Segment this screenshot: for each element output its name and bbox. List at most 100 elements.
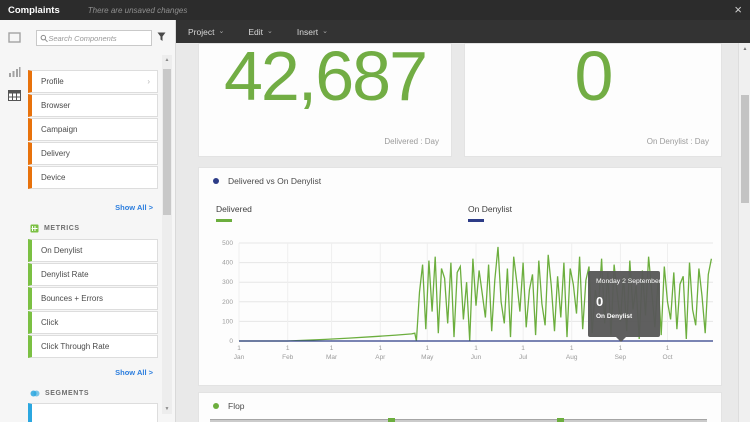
menu-insert-label: Insert — [296, 26, 319, 37]
svg-text:Jul: Jul — [519, 354, 528, 361]
svg-text:100: 100 — [222, 318, 233, 325]
panel-title: Delivered vs On Denylist — [228, 176, 322, 186]
metric-label: Click — [41, 318, 59, 327]
menu-insert[interactable]: Insert ⌄ — [297, 27, 328, 37]
panel-title: Flop — [228, 401, 245, 411]
menu-edit[interactable]: Edit ⌄ — [248, 27, 273, 37]
metric-item-on-denylist[interactable]: On Denylist — [28, 239, 158, 262]
svg-text:May: May — [421, 354, 434, 361]
delivered-vs-denylist-panel: Delivered vs On Denylist Delivered On De… — [198, 167, 722, 386]
segments-label: SEGMENTS — [45, 390, 90, 397]
menu-edit-label: Edit — [248, 26, 263, 37]
components-icon[interactable] — [8, 90, 21, 101]
close-icon[interactable]: × — [734, 2, 742, 18]
tooltip-date: Monday 2 September — [596, 278, 661, 285]
legend-label: On Denylist — [468, 204, 512, 214]
project-title: Complaints — [8, 4, 60, 16]
svg-text:1: 1 — [425, 345, 429, 352]
search-components-input[interactable] — [48, 33, 148, 43]
svg-text:200: 200 — [222, 299, 233, 306]
scroll-up-icon[interactable]: ▲ — [739, 46, 750, 52]
dimension-label: Delivery — [41, 149, 70, 158]
top-bar: Complaints There are unsaved changes × — [0, 0, 750, 20]
dimension-label: Device — [41, 173, 66, 182]
summary-card-delivered[interactable]: 42,687 Delivered : Day — [198, 37, 452, 157]
filter-funnel-icon[interactable] — [157, 32, 166, 42]
panel-header: Delivered vs On Denylist — [213, 176, 321, 186]
workspace-screen: Complaints There are unsaved changes × P… — [0, 0, 750, 422]
delivered-card-caption: Delivered : Day — [384, 137, 439, 146]
panel-bullet-icon — [213, 178, 219, 184]
tooltip-series: On Denylist — [596, 313, 633, 320]
search-components-box — [36, 30, 152, 46]
panel-header: Flop — [213, 401, 245, 411]
svg-text:400: 400 — [222, 260, 233, 267]
legend-label: Delivered — [216, 204, 252, 214]
svg-text:Jan: Jan — [234, 354, 245, 361]
svg-text:Sep: Sep — [615, 354, 627, 361]
menu-project[interactable]: Project ⌄ — [188, 27, 224, 37]
main-scrollbar-thumb[interactable] — [741, 95, 749, 203]
chevron-down-icon: ⌄ — [267, 27, 273, 35]
tooltip-pointer — [616, 337, 626, 342]
search-icon — [40, 34, 48, 42]
svg-text:Mar: Mar — [326, 354, 338, 361]
flop-green-marker — [557, 418, 564, 422]
segment-item[interactable] — [28, 403, 158, 422]
svg-text:1: 1 — [570, 345, 574, 352]
svg-text:Jun: Jun — [471, 354, 482, 361]
svg-text:1: 1 — [237, 345, 241, 352]
metrics-section-header: METRICS — [30, 224, 80, 233]
dimension-item-device[interactable]: Device — [28, 166, 158, 189]
metrics-show-all-link[interactable]: Show All > — [115, 368, 153, 377]
dimension-item-browser[interactable]: Browser — [28, 94, 158, 117]
metric-item-denylist-rate[interactable]: Denylist Rate — [28, 263, 158, 286]
dimension-label: Profile — [41, 77, 64, 86]
on-denylist-card-caption: On Denylist : Day — [646, 137, 709, 146]
legend-item-delivered[interactable]: Delivered — [216, 204, 252, 222]
svg-text:1: 1 — [286, 345, 290, 352]
metric-item-click-through-rate[interactable]: Click Through Rate — [28, 335, 158, 358]
dimensions-list: Profile › Browser Campaign Delivery Devi… — [28, 70, 158, 190]
svg-text:1: 1 — [521, 345, 525, 352]
dimension-label: Campaign — [41, 125, 78, 134]
visualizations-icon[interactable] — [8, 66, 21, 77]
scroll-up-icon[interactable]: ▲ — [162, 57, 172, 63]
metrics-list: On Denylist Denylist Rate Bounces + Erro… — [28, 239, 158, 359]
svg-text:1: 1 — [666, 345, 670, 352]
metric-label: Bounces + Errors — [41, 294, 104, 303]
segments-section-header: SEGMENTS — [30, 389, 89, 398]
svg-text:500: 500 — [222, 240, 233, 247]
main-scrollbar[interactable]: ▲ — [738, 43, 750, 422]
dimension-item-delivery[interactable]: Delivery — [28, 142, 158, 165]
svg-text:Feb: Feb — [282, 354, 294, 361]
svg-text:Oct: Oct — [662, 354, 672, 361]
scroll-down-icon[interactable]: ▼ — [162, 406, 172, 412]
summary-card-on-denylist[interactable]: 0 On Denylist : Day — [464, 37, 722, 157]
metric-item-click[interactable]: Click — [28, 311, 158, 334]
dimension-item-campaign[interactable]: Campaign — [28, 118, 158, 141]
metrics-icon — [30, 224, 39, 233]
legend-item-on-denylist[interactable]: On Denylist — [468, 204, 512, 222]
legend-swatch-on-denylist — [468, 219, 484, 222]
dimension-label: Browser — [41, 101, 71, 110]
sidebar-scrollbar[interactable]: ▲ ▼ — [162, 55, 172, 414]
svg-text:Aug: Aug — [566, 354, 578, 361]
metric-label: Denylist Rate — [41, 270, 89, 279]
svg-text:Apr: Apr — [375, 354, 386, 361]
dimensions-show-all-link[interactable]: Show All > — [115, 203, 153, 212]
svg-text:300: 300 — [222, 279, 233, 286]
svg-text:1: 1 — [619, 345, 623, 352]
dimension-item-profile[interactable]: Profile › — [28, 70, 158, 93]
sidebar-scrollbar-thumb[interactable] — [163, 69, 171, 215]
menu-bar: Project ⌄ Edit ⌄ Insert ⌄ — [176, 20, 750, 43]
chevron-right-icon: › — [147, 77, 150, 86]
panels-icon[interactable] — [8, 32, 21, 43]
metrics-label: METRICS — [44, 225, 80, 232]
svg-text:1: 1 — [330, 345, 334, 352]
flop-panel: Flop — [198, 392, 722, 422]
metric-item-bounces-errors[interactable]: Bounces + Errors — [28, 287, 158, 310]
tooltip-value: 0 — [596, 294, 604, 309]
metric-label: On Denylist — [41, 246, 83, 255]
flop-green-marker — [388, 418, 395, 422]
